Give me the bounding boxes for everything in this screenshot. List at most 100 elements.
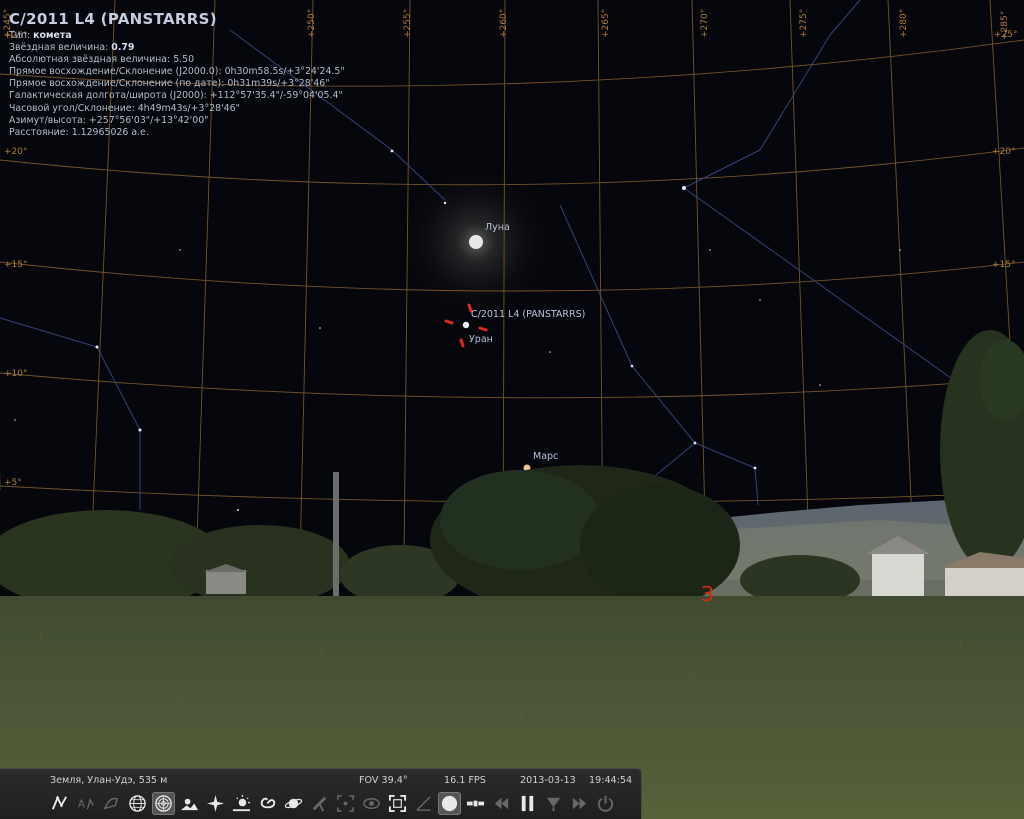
equatorial-mount-button[interactable] xyxy=(308,792,331,815)
info-row-value: 5.50 xyxy=(173,54,195,66)
atmosphere-icon xyxy=(232,794,251,811)
info-row-value: 4h49m43s/+3°28'46" xyxy=(137,102,240,114)
set-time-now-icon xyxy=(546,797,561,811)
nebulae-button[interactable] xyxy=(256,792,279,815)
increase-time-speed-button[interactable] xyxy=(568,792,591,815)
center-object-icon xyxy=(337,794,354,812)
equatorial-grid-button[interactable] xyxy=(126,792,149,815)
fov-status: FOV 39.4° xyxy=(359,775,408,786)
comet-panstarrs[interactable] xyxy=(462,321,470,329)
svg-text:A: A xyxy=(78,798,86,810)
altitude-label: +25° xyxy=(994,30,1018,40)
uranus-label: Уран xyxy=(469,334,493,345)
info-row-label: Звёздная величина: xyxy=(9,42,112,54)
planets-labels-button[interactable] xyxy=(282,792,305,815)
cardinal-points-icon xyxy=(206,794,225,812)
info-row-label: Расстояние: xyxy=(9,126,72,138)
altitude-label: +20° xyxy=(992,147,1016,157)
utility-pole xyxy=(333,472,339,600)
location-status: Земля, Улан-Удэ, 535 м xyxy=(50,775,168,786)
azimuth-label: +255° xyxy=(403,8,413,38)
azimuth-label: +260° xyxy=(499,8,509,38)
constellation-lines-button[interactable] xyxy=(48,792,71,815)
info-row: Расстояние: 1.12965026 а.е. xyxy=(9,127,345,139)
info-row-label: Прямое восхождение/Склонение (J2000.0): xyxy=(9,66,225,78)
moon[interactable] xyxy=(469,235,483,249)
moon-label: Луна xyxy=(485,222,510,233)
planets-labels-icon xyxy=(284,798,303,808)
center-object-button[interactable] xyxy=(334,792,357,815)
date-status: 2013-03-13 xyxy=(520,775,576,786)
info-row: Галактическая долгота/широта (J2000): +1… xyxy=(9,90,345,102)
ocular-button[interactable] xyxy=(412,792,435,815)
pause-icon xyxy=(521,795,534,811)
decrease-time-speed-button[interactable] xyxy=(490,792,513,815)
info-row-label: Часовой угол/Склонение: xyxy=(9,102,138,114)
quit-button[interactable] xyxy=(594,792,617,815)
constellation-labels-button[interactable]: A xyxy=(74,792,97,815)
equatorial-grid-icon xyxy=(129,794,146,812)
azimuth-label: +270° xyxy=(700,8,710,38)
altitude-label: +20° xyxy=(4,147,28,157)
info-row-value: комета xyxy=(33,30,72,41)
night-mode-icon xyxy=(363,797,380,809)
cardinal-points-button[interactable] xyxy=(204,792,227,815)
set-time-now-button[interactable] xyxy=(542,792,565,815)
object-title: C/2011 L4 (PANSTARRS) xyxy=(9,10,217,28)
cardinal-west-label: З xyxy=(701,582,714,606)
decrease-time-speed-icon xyxy=(494,797,509,809)
nebulae-icon xyxy=(260,797,276,808)
info-row: Абсолютная звёздная величина: 5.50 xyxy=(9,54,345,66)
info-row-value: 1.12965026 а.е. xyxy=(71,126,149,138)
info-row-label: Абсолютная звёздная величина: xyxy=(9,54,174,66)
info-row: Прямое восхождение/Склонение (по дате): … xyxy=(9,78,345,90)
info-row-label: Галактическая долгота/широта (J2000): xyxy=(9,90,210,102)
info-row: Азимут/высота: +257°56'03"/+13°42'00" xyxy=(9,115,345,127)
fullscreen-icon xyxy=(388,794,407,812)
object-info-panel: C/2011 L4 (PANSTARRS) Тип: комета Звёздна… xyxy=(9,8,345,139)
info-row-value: +112°57'35.4"/-59°04'05.4" xyxy=(209,90,343,102)
night-mode-button[interactable] xyxy=(360,792,383,815)
satellites-button[interactable] xyxy=(464,792,487,815)
pause-button[interactable] xyxy=(516,792,539,815)
info-row-value: 0.79 xyxy=(111,42,135,54)
altitude-label: +5° xyxy=(4,478,22,488)
fps-status: 16.1 FPS xyxy=(444,775,486,786)
azimuthal-grid-icon xyxy=(155,794,172,812)
info-row-label: Азимут/высота: xyxy=(9,114,89,126)
ground-button[interactable] xyxy=(178,792,201,815)
azimuth-label: +280° xyxy=(899,8,909,38)
increase-time-speed-icon xyxy=(572,797,587,809)
constellation-labels-icon: A xyxy=(78,797,94,810)
info-row: Прямое восхождение/Склонение (J2000.0): … xyxy=(9,66,345,78)
equatorial-mount-icon xyxy=(312,796,327,812)
info-row-value: 0h31m39s/+3°28'46" xyxy=(227,78,330,90)
quit-icon xyxy=(597,795,614,812)
mars-label: Марс xyxy=(533,451,559,462)
comet-label: C/2011 L4 (PANSTARRS) xyxy=(471,309,586,320)
fullscreen-button[interactable] xyxy=(386,792,409,815)
telescope-control-icon xyxy=(441,795,458,811)
info-row-label: Тип: xyxy=(9,30,34,41)
azimuthal-grid-button[interactable] xyxy=(152,791,175,815)
azimuth-label: +265° xyxy=(601,8,611,38)
info-row-value: 0h30m58.5s/+3°24'24.5" xyxy=(224,66,345,78)
info-row-value: +257°56'03"/+13°42'00" xyxy=(88,114,209,126)
info-row-label: Прямое восхождение/Склонение (по дате): xyxy=(9,78,228,90)
constellation-art-icon xyxy=(103,797,119,809)
atmosphere-button[interactable] xyxy=(230,792,253,815)
ocular-icon xyxy=(416,795,431,811)
azimuth-label: +275° xyxy=(799,8,809,38)
altitude-label: +15° xyxy=(992,260,1016,270)
constellation-art-button[interactable] xyxy=(100,792,123,815)
constellation-lines-icon xyxy=(51,795,67,810)
info-row: Звёздная величина: 0.79 xyxy=(9,42,345,54)
altitude-label: +10° xyxy=(4,369,28,379)
satellites-icon xyxy=(466,800,485,806)
info-row: Тип: комета xyxy=(9,30,345,42)
bottom-toolbar: Земля, Улан-Удэ, 535 м FOV 39.4° 16.1 FP… xyxy=(0,768,642,819)
info-row: Часовой угол/Склонение: 4h49m43s/+3°28'4… xyxy=(9,103,345,115)
telescope-control-button[interactable] xyxy=(438,791,461,815)
time-status: 19:44:54 xyxy=(589,775,633,786)
altitude-label: +15° xyxy=(4,260,28,270)
